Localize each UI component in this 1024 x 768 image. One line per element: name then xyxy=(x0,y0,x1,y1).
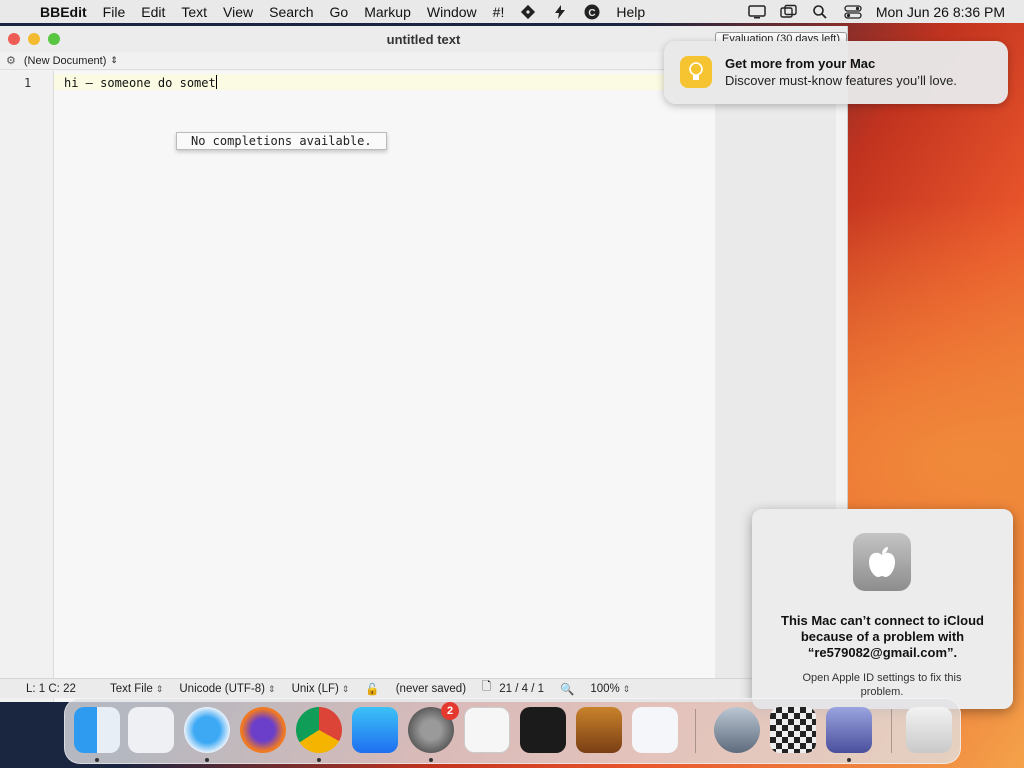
document-type-popup[interactable]: Text File ⇕ xyxy=(102,683,171,695)
zoom-popup[interactable]: 100% ⇕ xyxy=(582,683,638,695)
menu-search[interactable]: Search xyxy=(261,4,321,20)
document-icon: 🗋 xyxy=(482,681,492,693)
launchpad-icon[interactable] xyxy=(128,707,174,753)
notification-body: Discover must-know features you’ll love. xyxy=(725,73,957,88)
zoom-label: 100% xyxy=(590,682,620,695)
running-indicator xyxy=(847,758,851,762)
safari-icon[interactable] xyxy=(184,707,230,753)
running-indicator xyxy=(205,758,209,762)
menu-file[interactable]: File xyxy=(95,4,134,20)
text-content: hi – someone do somet xyxy=(64,76,216,90)
dock-separator xyxy=(695,709,696,753)
menu-clock[interactable]: Mon Jun 26 8:36 PM xyxy=(868,4,1024,20)
line-endings-popup[interactable]: Unix (LF) ⇕ xyxy=(284,683,358,695)
running-indicator xyxy=(429,758,433,762)
vscode-icon[interactable] xyxy=(632,707,678,753)
preview-icon[interactable] xyxy=(714,707,760,753)
firefox-icon[interactable] xyxy=(240,707,286,753)
gear-icon[interactable]: ⚙ xyxy=(6,54,16,67)
running-indicator xyxy=(317,758,321,762)
chevron-updown-icon: ⇕ xyxy=(155,683,164,694)
notification-title: Get more from your Mac xyxy=(725,56,876,71)
bbedit-icon[interactable] xyxy=(826,707,872,753)
cursor-position[interactable]: L: 1 C: 22 xyxy=(0,683,102,695)
menu-text[interactable]: Text xyxy=(173,4,215,20)
menu-view[interactable]: View xyxy=(215,4,261,20)
menu-help[interactable]: Help xyxy=(608,4,653,20)
icloud-alert[interactable]: This Mac can’t connect to iCloud because… xyxy=(752,509,1013,709)
text-view[interactable]: hi – someone do somet xyxy=(54,71,715,702)
grammarly-icon[interactable]: C xyxy=(584,4,600,20)
menu-go[interactable]: Go xyxy=(322,4,357,20)
menu-window[interactable]: Window xyxy=(419,4,485,20)
status-bar: L: 1 C: 22 Text File ⇕ Unicode (UTF-8) ⇕ U… xyxy=(0,678,848,698)
menu-shebang[interactable]: #! xyxy=(485,4,513,20)
spotlight-search-icon[interactable] xyxy=(812,4,828,20)
document-type-label: Text File xyxy=(110,682,153,695)
terminal-icon[interactable] xyxy=(520,707,566,753)
text-caret xyxy=(215,75,217,89)
trash-icon[interactable] xyxy=(906,707,952,753)
notification-count-badge: 2 xyxy=(441,702,459,720)
encoding-popup[interactable]: Unicode (UTF-8) ⇕ xyxy=(171,683,283,695)
menu-extras: Mon Jun 26 8:36 PM xyxy=(740,4,1024,20)
zoom-magnifier-icon: 🔍 xyxy=(560,683,575,696)
svg-text:C: C xyxy=(589,8,596,19)
git-icon[interactable] xyxy=(520,4,536,20)
windows-icon[interactable] xyxy=(780,4,797,20)
dock-separator xyxy=(891,709,892,753)
textedit-icon[interactable] xyxy=(464,707,510,753)
finder-icon[interactable] xyxy=(74,707,120,753)
lightning-icon[interactable] xyxy=(552,4,568,20)
notification-banner[interactable]: Get more from your Mac Discover must-kno… xyxy=(664,41,1008,104)
encoding-label: Unicode (UTF-8) xyxy=(179,682,266,695)
menu-bar: BBEdit File Edit Text View Search Go Mar… xyxy=(0,0,1024,23)
chevron-updown-icon: ⇕ xyxy=(622,683,631,694)
chevron-updown-icon[interactable]: ⇕ xyxy=(110,55,118,66)
display-icon[interactable] xyxy=(748,4,766,20)
save-status: (never saved) xyxy=(395,682,467,695)
editor-area: 1 hi – someone do somet No completions a… xyxy=(0,71,836,702)
line-endings-label: Unix (LF) xyxy=(291,682,339,695)
document-popup[interactable]: (New Document) xyxy=(24,55,107,67)
menu-markup[interactable]: Markup xyxy=(356,4,419,20)
chevron-updown-icon: ⇕ xyxy=(268,683,276,694)
garageband-icon[interactable] xyxy=(576,707,622,753)
icloud-message: This Mac can’t connect to iCloud because… xyxy=(781,613,984,660)
chess-icon[interactable] xyxy=(770,707,816,753)
lock-icon[interactable]: 🔓 xyxy=(357,682,387,696)
text-counts[interactable]: 21 / 4 / 1 xyxy=(499,683,552,695)
menu-edit[interactable]: Edit xyxy=(133,4,173,20)
app-menu-bbedit[interactable]: BBEdit xyxy=(32,4,95,20)
text-line[interactable]: hi – someone do somet xyxy=(64,75,217,90)
running-indicator xyxy=(95,758,99,762)
icloud-detail: Open Apple ID settings to fix this probl… xyxy=(802,672,962,698)
bbedit-window: untitled text Evaluation (30 days left) … xyxy=(0,26,848,702)
completion-popup[interactable]: No completions available. xyxy=(176,132,387,150)
apple-logo-icon xyxy=(853,533,911,591)
chrome-icon[interactable] xyxy=(296,707,342,753)
lightbulb-icon xyxy=(680,56,712,88)
app-store-icon[interactable] xyxy=(352,707,398,753)
line-number-gutter: 1 xyxy=(0,71,54,702)
control-center-icon[interactable] xyxy=(844,4,862,20)
line-number: 1 xyxy=(24,76,32,90)
dock xyxy=(64,698,961,764)
chevron-updown-icon: ⇕ xyxy=(341,683,350,694)
